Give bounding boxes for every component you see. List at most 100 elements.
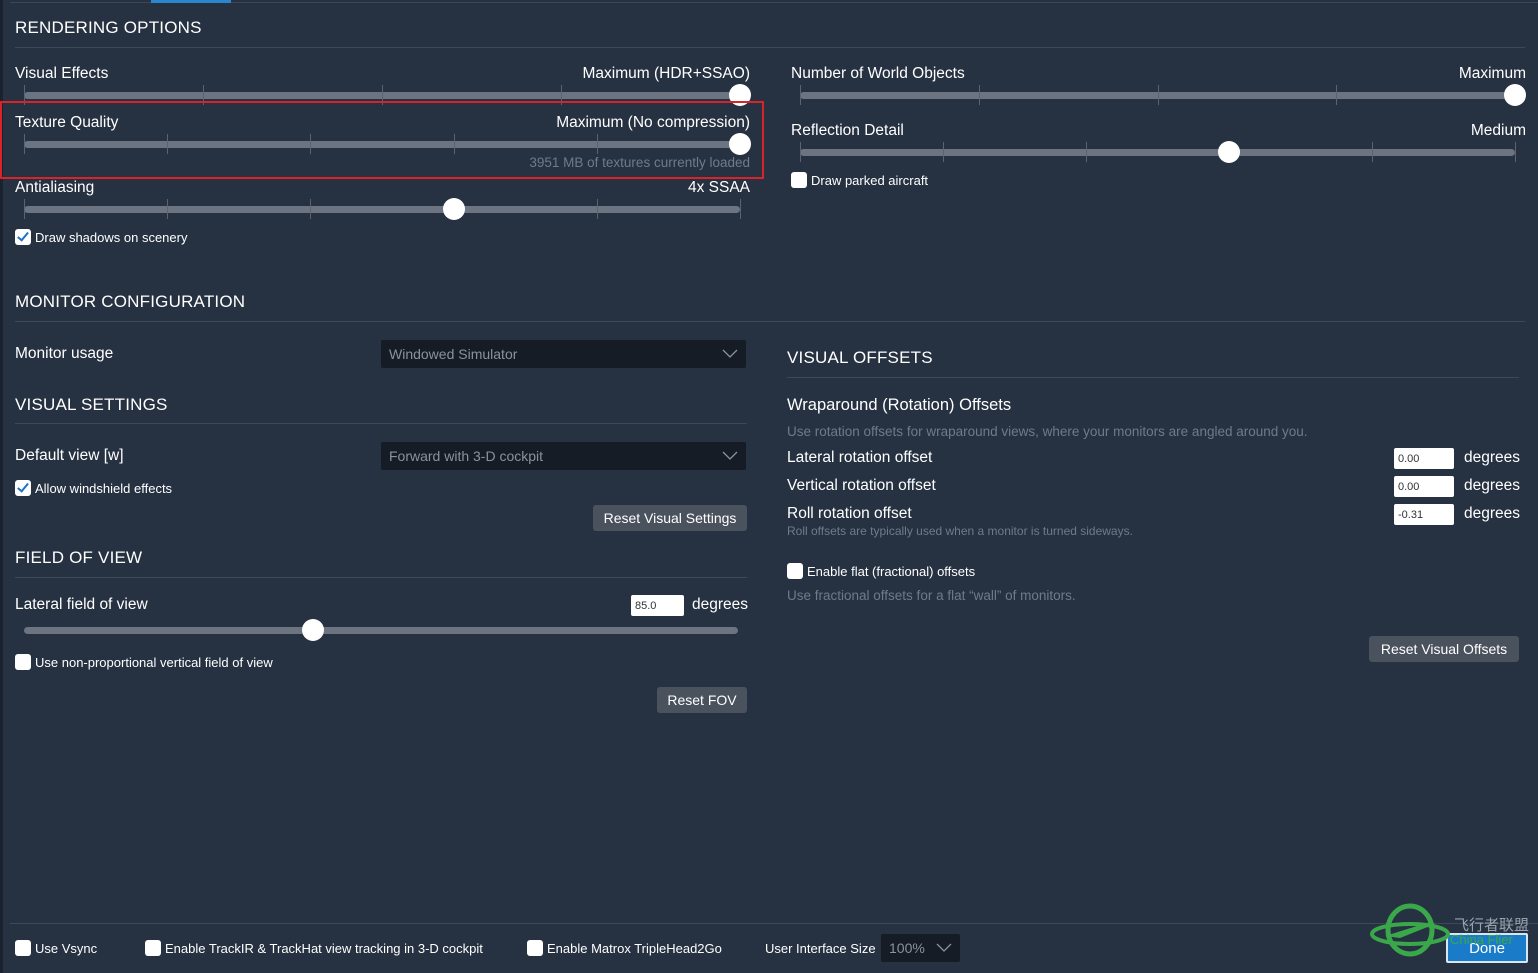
draw-parked-aircraft-checkbox[interactable]: Draw parked aircraft bbox=[791, 172, 928, 188]
slider-tick bbox=[740, 199, 741, 219]
flat-offsets-checkbox[interactable]: Enable flat (fractional) offsets bbox=[787, 563, 975, 579]
monitor-configuration-title: MONITOR CONFIGURATION bbox=[15, 292, 246, 311]
antialiasing-value: 4x SSAA bbox=[687, 179, 750, 196]
roll-rotation-unit: degrees bbox=[1464, 505, 1521, 522]
slider-tick bbox=[596, 134, 598, 154]
monitor-usage-dropdown[interactable]: Windowed Simulator bbox=[381, 340, 746, 368]
reflection-detail-value: Medium bbox=[1470, 122, 1526, 139]
checkbox-icon[interactable] bbox=[145, 940, 161, 956]
default-view-label: Default view [w] bbox=[15, 447, 124, 464]
slider-track[interactable] bbox=[24, 141, 740, 148]
lateral-fov-input[interactable] bbox=[631, 595, 684, 616]
slider-tick bbox=[24, 199, 25, 219]
slider-tick bbox=[167, 134, 169, 154]
visual-effects-label: Visual Effects bbox=[15, 65, 109, 82]
slider-tick bbox=[1372, 142, 1373, 162]
world-objects-slider[interactable] bbox=[800, 84, 1526, 106]
lateral-rotation-unit: degrees bbox=[1464, 449, 1521, 466]
world-objects-label: Number of World Objects bbox=[791, 65, 965, 82]
texture-quality-slider[interactable] bbox=[24, 133, 751, 155]
divider bbox=[787, 377, 1519, 378]
non-proportional-fov-label: Use non-proportional vertical field of v… bbox=[35, 654, 273, 670]
ui-size-dropdown[interactable]: 100% bbox=[881, 934, 960, 962]
default-view-dropdown[interactable]: Forward with 3-D cockpit bbox=[381, 442, 746, 470]
ui-size-label: User Interface Size bbox=[765, 941, 876, 956]
reset-fov-button[interactable]: Reset FOV bbox=[657, 687, 747, 713]
roll-rotation-label: Roll rotation offset bbox=[787, 505, 912, 522]
chevron-down-icon bbox=[722, 349, 738, 358]
draw-shadows-label: Draw shadows on scenery bbox=[35, 229, 188, 245]
divider bbox=[15, 47, 1525, 48]
reset-visual-offsets-button[interactable]: Reset Visual Offsets bbox=[1369, 636, 1519, 662]
chevron-down-icon bbox=[936, 943, 952, 952]
slider-thumb[interactable] bbox=[729, 133, 751, 155]
monitor-usage-value: Windowed Simulator bbox=[389, 346, 518, 362]
slider-tick bbox=[1157, 85, 1159, 105]
texture-quality-label: Texture Quality bbox=[15, 114, 119, 131]
visual-effects-value: Maximum (HDR+SSAO) bbox=[582, 65, 750, 82]
slider-tick bbox=[800, 142, 801, 162]
active-tab-indicator bbox=[151, 0, 231, 3]
wraparound-title: Wraparound (Rotation) Offsets bbox=[787, 396, 1012, 414]
vertical-rotation-unit: degrees bbox=[1464, 477, 1521, 494]
slider-thumb[interactable] bbox=[1504, 84, 1526, 106]
divider bbox=[15, 423, 747, 424]
antialiasing-slider[interactable] bbox=[24, 198, 741, 220]
slider-tick bbox=[978, 85, 980, 105]
slider-tick bbox=[167, 199, 169, 219]
non-proportional-fov-checkbox[interactable]: Use non-proportional vertical field of v… bbox=[15, 654, 273, 670]
trackir-label: Enable TrackIR & TrackHat view tracking … bbox=[165, 940, 483, 956]
lateral-fov-unit: degrees bbox=[692, 596, 749, 613]
checkbox-icon[interactable] bbox=[15, 940, 31, 956]
ui-size-value: 100% bbox=[889, 940, 925, 956]
done-button[interactable]: Done bbox=[1446, 933, 1528, 963]
reset-visual-settings-button[interactable]: Reset Visual Settings bbox=[593, 505, 747, 531]
world-objects-value: Maximum bbox=[1458, 65, 1526, 82]
matrox-checkbox[interactable]: Enable Matrox TripleHead2Go bbox=[527, 940, 722, 956]
slider-tick bbox=[1336, 85, 1338, 105]
chevron-down-icon bbox=[722, 451, 738, 460]
flat-offsets-label: Enable flat (fractional) offsets bbox=[807, 563, 976, 579]
roll-rotation-input[interactable] bbox=[1394, 504, 1454, 525]
slider-tick bbox=[1515, 142, 1516, 162]
slider-thumb[interactable] bbox=[1218, 141, 1240, 163]
vertical-rotation-label: Vertical rotation offset bbox=[787, 477, 936, 494]
lateral-rotation-label: Lateral rotation offset bbox=[787, 449, 933, 466]
trackir-checkbox[interactable]: Enable TrackIR & TrackHat view tracking … bbox=[145, 940, 483, 956]
visual-offsets-title: VISUAL OFFSETS bbox=[787, 348, 933, 367]
slider-thumb[interactable] bbox=[442, 198, 465, 220]
reflection-detail-label: Reflection Detail bbox=[791, 122, 904, 139]
antialiasing-label: Antialiasing bbox=[15, 179, 95, 196]
footer-divider bbox=[10, 923, 1538, 924]
wraparound-hint: Use rotation offsets for wraparound view… bbox=[787, 424, 1308, 439]
checkbox-icon[interactable] bbox=[527, 940, 543, 956]
checkbox-icon[interactable] bbox=[15, 480, 31, 496]
checkbox-icon[interactable] bbox=[791, 172, 807, 188]
checkbox-icon[interactable] bbox=[15, 654, 31, 670]
lateral-fov-slider[interactable] bbox=[24, 619, 738, 641]
windshield-effects-checkbox[interactable]: Allow windshield effects bbox=[15, 480, 172, 496]
windshield-effects-label: Allow windshield effects bbox=[35, 480, 173, 496]
slider-tick bbox=[943, 142, 944, 162]
checkbox-icon[interactable] bbox=[15, 229, 31, 245]
vertical-rotation-input[interactable] bbox=[1394, 476, 1454, 497]
slider-track[interactable] bbox=[24, 206, 740, 213]
slider-tick bbox=[310, 199, 312, 219]
default-view-value: Forward with 3-D cockpit bbox=[389, 448, 544, 464]
slider-tick bbox=[596, 199, 598, 219]
roll-rotation-hint: Roll offsets are typically used when a m… bbox=[787, 524, 1133, 538]
vsync-checkbox[interactable]: Use Vsync bbox=[15, 940, 97, 956]
slider-track[interactable] bbox=[800, 149, 1515, 156]
vsync-label: Use Vsync bbox=[35, 940, 98, 956]
checkbox-icon[interactable] bbox=[787, 563, 803, 579]
slider-track[interactable] bbox=[24, 627, 738, 634]
slider-thumb[interactable] bbox=[302, 619, 325, 641]
reflection-detail-slider[interactable] bbox=[800, 141, 1516, 163]
slider-tick bbox=[1086, 142, 1087, 162]
lateral-rotation-input[interactable] bbox=[1394, 448, 1454, 469]
monitor-usage-label: Monitor usage bbox=[15, 345, 114, 362]
visual-settings-title: VISUAL SETTINGS bbox=[15, 395, 168, 414]
texture-memory-note: 3951 MB of textures currently loaded bbox=[529, 155, 750, 170]
rendering-options-title: RENDERING OPTIONS bbox=[15, 18, 202, 37]
draw-shadows-checkbox[interactable]: Draw shadows on scenery bbox=[15, 229, 187, 245]
